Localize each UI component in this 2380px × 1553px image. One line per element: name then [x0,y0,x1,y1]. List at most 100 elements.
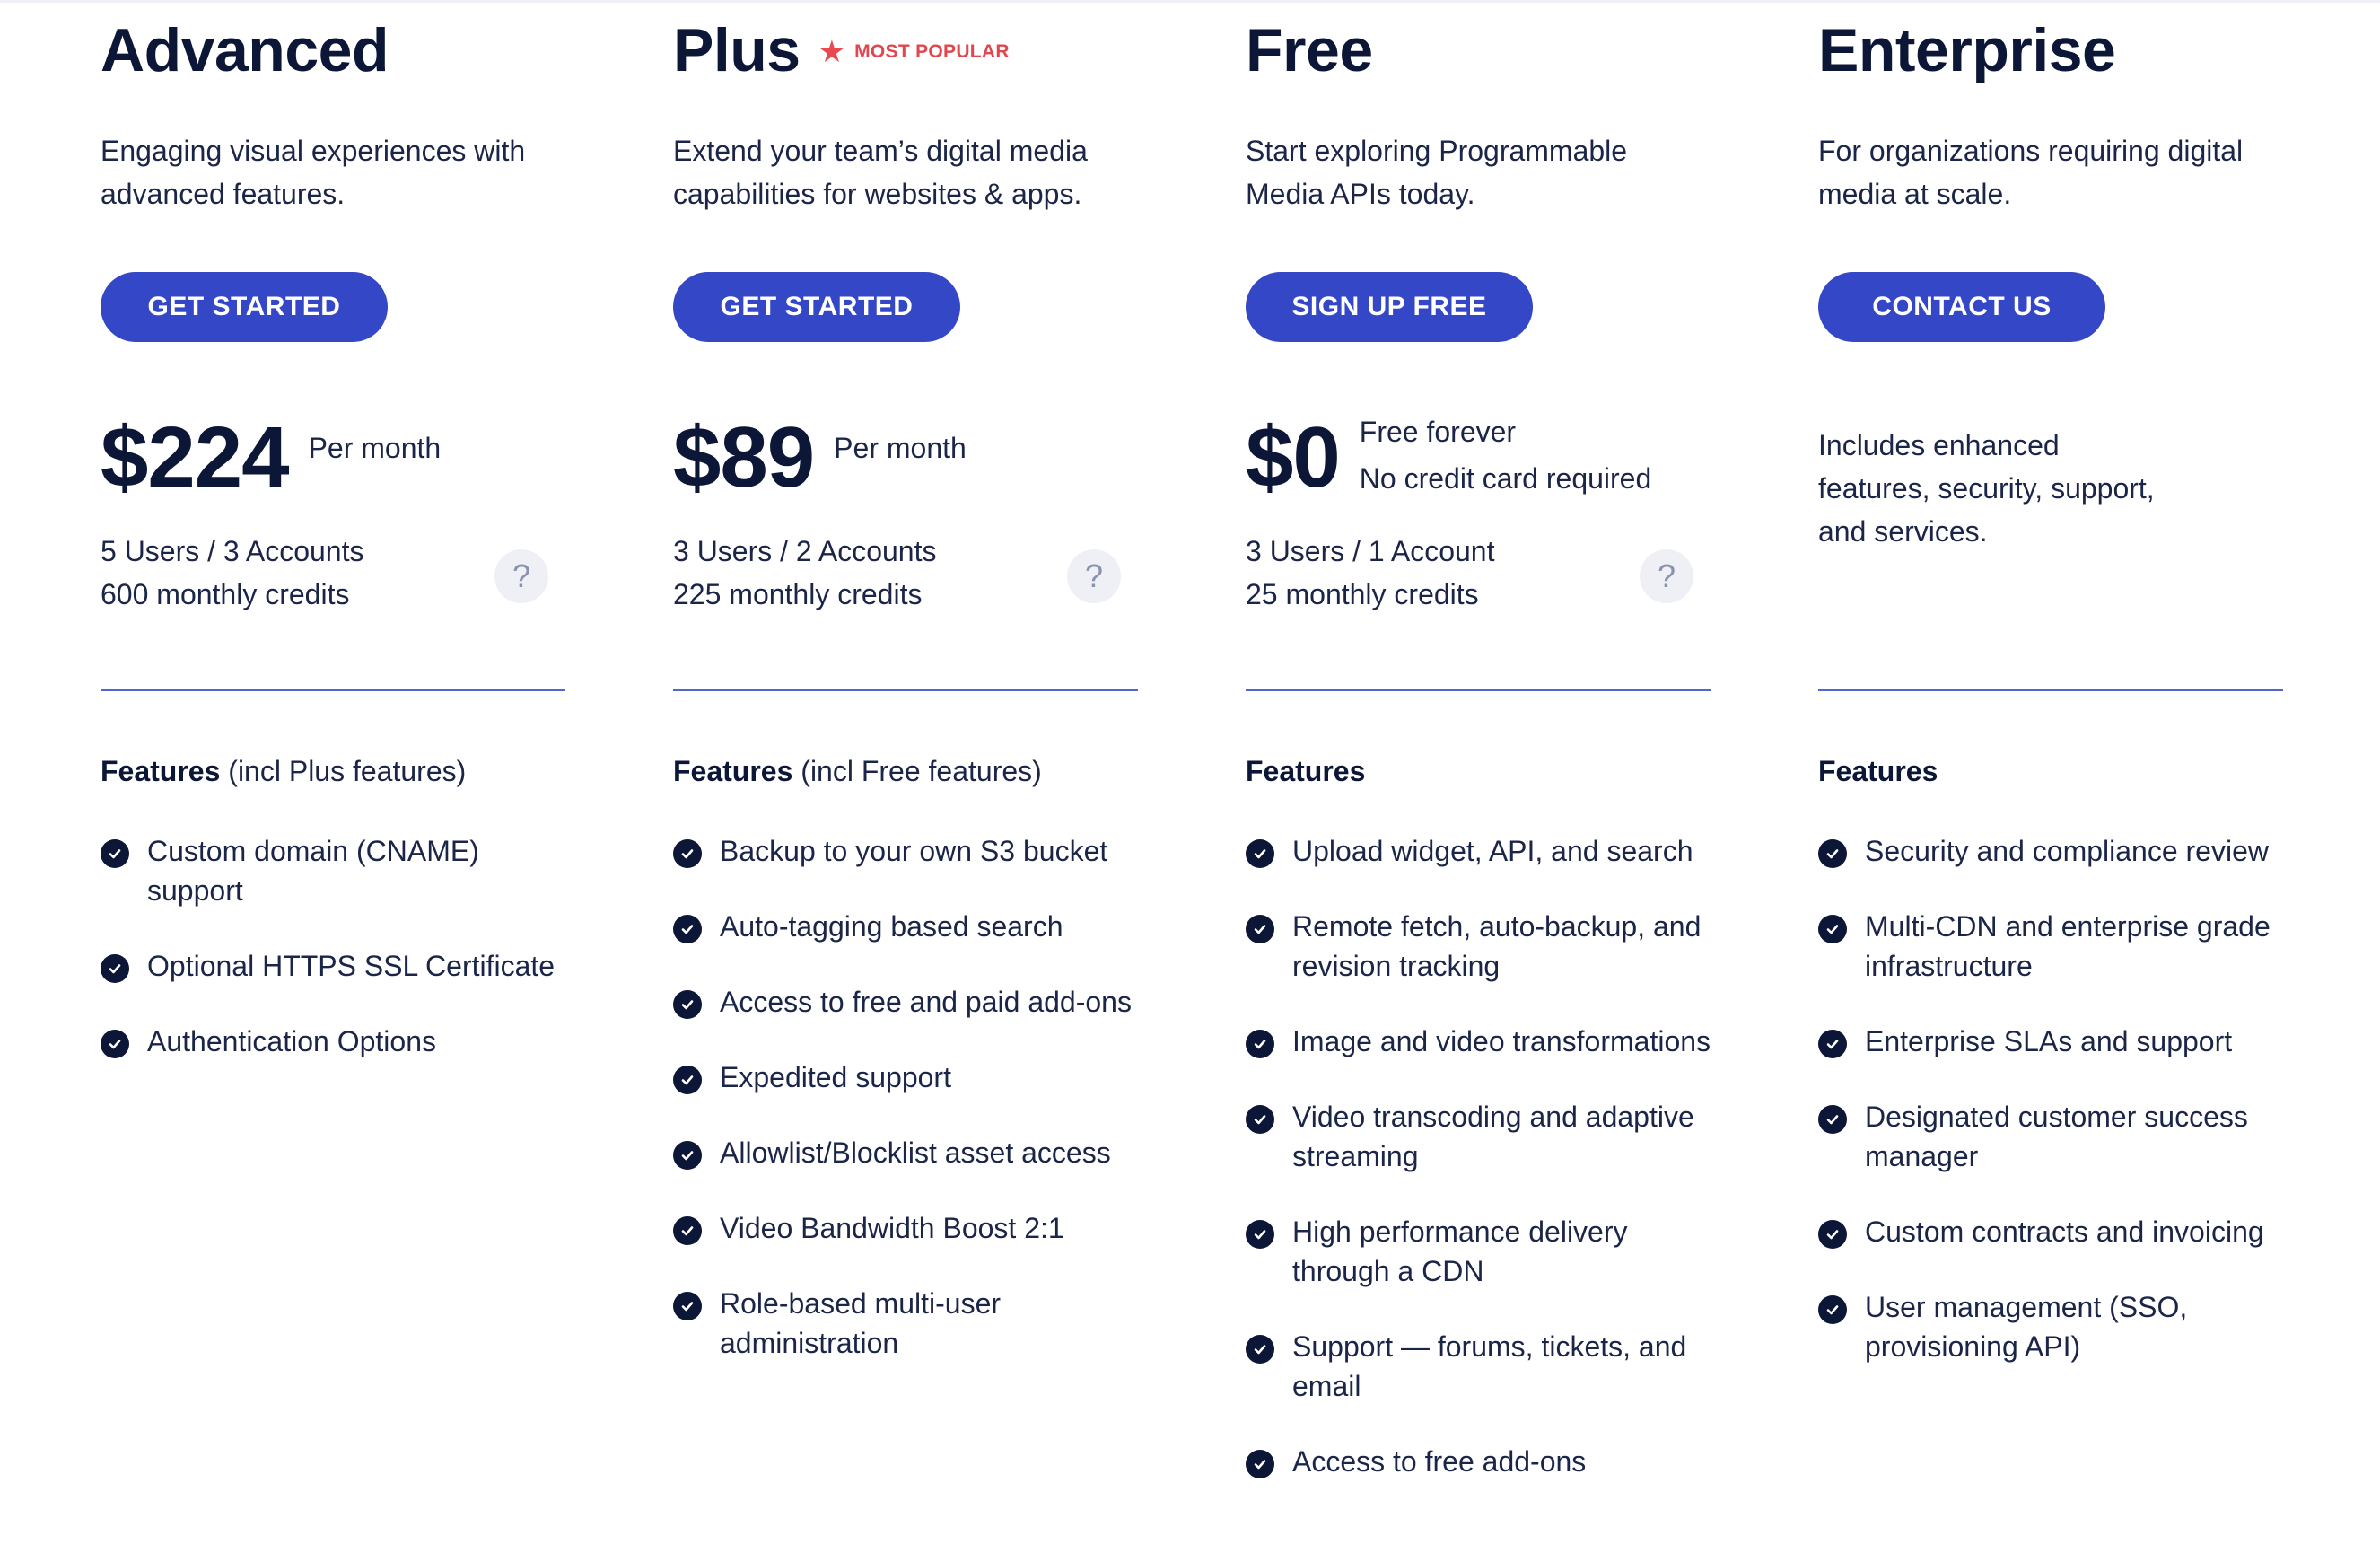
check-circle-icon [1246,1450,1274,1478]
feature-text: Upload widget, API, and search [1292,835,1693,867]
help-icon[interactable]: ? [1067,549,1121,603]
feature-item: User management (SSO, provisioning API) [1818,1287,2285,1366]
check-circle-icon [673,915,702,943]
users-accounts: 3 Users / 2 Accounts [673,535,937,567]
plan-limits: 5 Users / 3 Accounts 600 monthly credits [101,530,363,616]
check-circle-icon [101,1030,129,1058]
plan-description-line: advanced features. [101,178,346,210]
plan-title-row: Advanced [101,13,389,88]
check-circle-icon [1246,1220,1274,1249]
feature-text: High performance delivery through a CDN [1292,1215,1628,1287]
feature-text: Multi-CDN and enterprise grade infrastru… [1865,910,2271,982]
plan-title-row: Plus ★ MOST POPULAR [673,13,1010,88]
price: $0 [1246,409,1341,505]
feature-item: Video Bandwidth Boost 2:1 [673,1208,1140,1248]
feature-text: Auto-tagging based search [720,910,1063,943]
feature-item: Support — forums, tickets, and email [1246,1327,1712,1406]
feature-text: Enterprise SLAs and support [1865,1025,2233,1057]
check-circle-icon [673,1066,702,1094]
plan-description-line: Engaging visual experiences with [101,135,526,167]
features-heading: Features [1246,750,1365,792]
check-circle-icon [673,1292,702,1320]
features-heading: Features [1818,750,1938,792]
features-heading-extra: (incl Plus features) [220,755,467,787]
price-note-line: No credit card required [1359,462,1652,495]
feature-text: User management (SSO, provisioning API) [1865,1291,2188,1363]
features-heading-bold: Features [673,755,793,787]
feature-item: Custom contracts and invoicing [1818,1212,2285,1251]
feature-item: Allowlist/Blocklist asset access [673,1133,1140,1172]
feature-item: Authentication Options [101,1022,567,1061]
plan-plus: Plus ★ MOST POPULAR Extend your team’s d… [673,0,1140,1553]
features-heading-bold: Features [1246,755,1366,787]
feature-item: Access to free and paid add-ons [673,982,1140,1022]
feature-text: Role-based multi-user administration [720,1287,1002,1359]
contact-us-button[interactable]: CONTACT US [1818,272,2105,342]
plan-name: Enterprise [1818,16,2116,84]
monthly-credits: 25 monthly credits [1246,578,1479,610]
users-accounts: 5 Users / 3 Accounts [101,535,364,567]
feature-text: Access to free add-ons [1292,1445,1587,1478]
feature-item: Custom domain (CNAME) support [101,831,567,910]
plan-description: Extend your team’s digital media capabil… [673,129,1140,215]
plan-free: Free Start exploring Programmable Media … [1246,0,1712,1553]
plan-description-line: For organizations requiring digital [1818,135,2244,167]
help-icon[interactable]: ? [494,549,548,603]
feature-text: Support — forums, tickets, and email [1292,1330,1687,1402]
enterprise-note-line: and services. [1818,515,1988,548]
price-row: $224 Per month [101,408,441,507]
feature-text: Security and compliance review [1865,835,2269,867]
plan-advanced: Advanced Engaging visual experiences wit… [101,0,567,1553]
feature-text: Expedited support [720,1061,951,1093]
check-circle-icon [101,954,129,983]
price-note-line: Per month [834,432,967,464]
divider [1818,689,2283,691]
features-list: Custom domain (CNAME) support Optional HT… [101,831,567,1097]
check-circle-icon [1818,1295,1847,1324]
check-circle-icon [673,839,702,868]
feature-item: Video transcoding and adaptive streaming [1246,1097,1712,1176]
features-heading-bold: Features [1818,755,1938,787]
feature-text: Allowlist/Blocklist asset access [720,1136,1111,1169]
features-list: Upload widget, API, and search Remote fet… [1246,831,1712,1517]
plan-name: Plus [673,16,801,84]
get-started-button[interactable]: GET STARTED [101,272,388,342]
plan-description-line: media at scale. [1818,178,2012,210]
price-note: Per month [309,425,442,471]
plan-title-row: Free [1246,13,1373,88]
plan-name: Advanced [101,16,389,84]
plan-description-line: Start exploring Programmable [1246,135,1628,167]
feature-text: Authentication Options [147,1025,436,1057]
plan-description: For organizations requiring digital medi… [1818,129,2285,215]
feature-item: Multi-CDN and enterprise grade infrastru… [1818,907,2285,986]
plan-description-line: Extend your team’s digital media [673,135,1088,167]
check-circle-icon [1246,839,1274,868]
price-row: $89 Per month [673,408,967,507]
check-circle-icon [1246,1030,1274,1058]
feature-text: Video Bandwidth Boost 2:1 [720,1212,1064,1244]
check-circle-icon [673,1141,702,1170]
check-circle-icon [1246,915,1274,943]
star-icon: ★ [818,35,846,69]
pricing-plans: Advanced Engaging visual experiences wit… [0,0,2380,1553]
features-list: Security and compliance review Multi-CDN … [1818,831,2285,1402]
feature-item: Auto-tagging based search [673,907,1140,946]
plan-limits: 3 Users / 1 Account 25 monthly credits [1246,530,1494,616]
check-circle-icon [1246,1335,1274,1364]
feature-text: Access to free and paid add-ons [720,986,1132,1018]
help-icon[interactable]: ? [1640,549,1693,603]
feature-text: Remote fetch, auto-backup, and revision … [1292,910,1702,982]
feature-item: High performance delivery through a CDN [1246,1212,1712,1291]
sign-up-free-button[interactable]: SIGN UP FREE [1246,272,1533,342]
plan-title-row: Enterprise [1818,13,2116,88]
feature-text: Optional HTTPS SSL Certificate [147,950,556,982]
plan-description-line: Media APIs today. [1246,178,1475,210]
plan-enterprise: Enterprise For organizations requiring d… [1818,0,2285,1553]
plan-description: Start exploring Programmable Media APIs … [1246,129,1712,215]
feature-text: Backup to your own S3 bucket [720,835,1108,867]
feature-item: Security and compliance review [1818,831,2285,871]
get-started-button[interactable]: GET STARTED [673,272,960,342]
check-circle-icon [1818,1220,1847,1249]
feature-item: Access to free add-ons [1246,1442,1712,1481]
price-note-line: Free forever [1359,416,1517,448]
